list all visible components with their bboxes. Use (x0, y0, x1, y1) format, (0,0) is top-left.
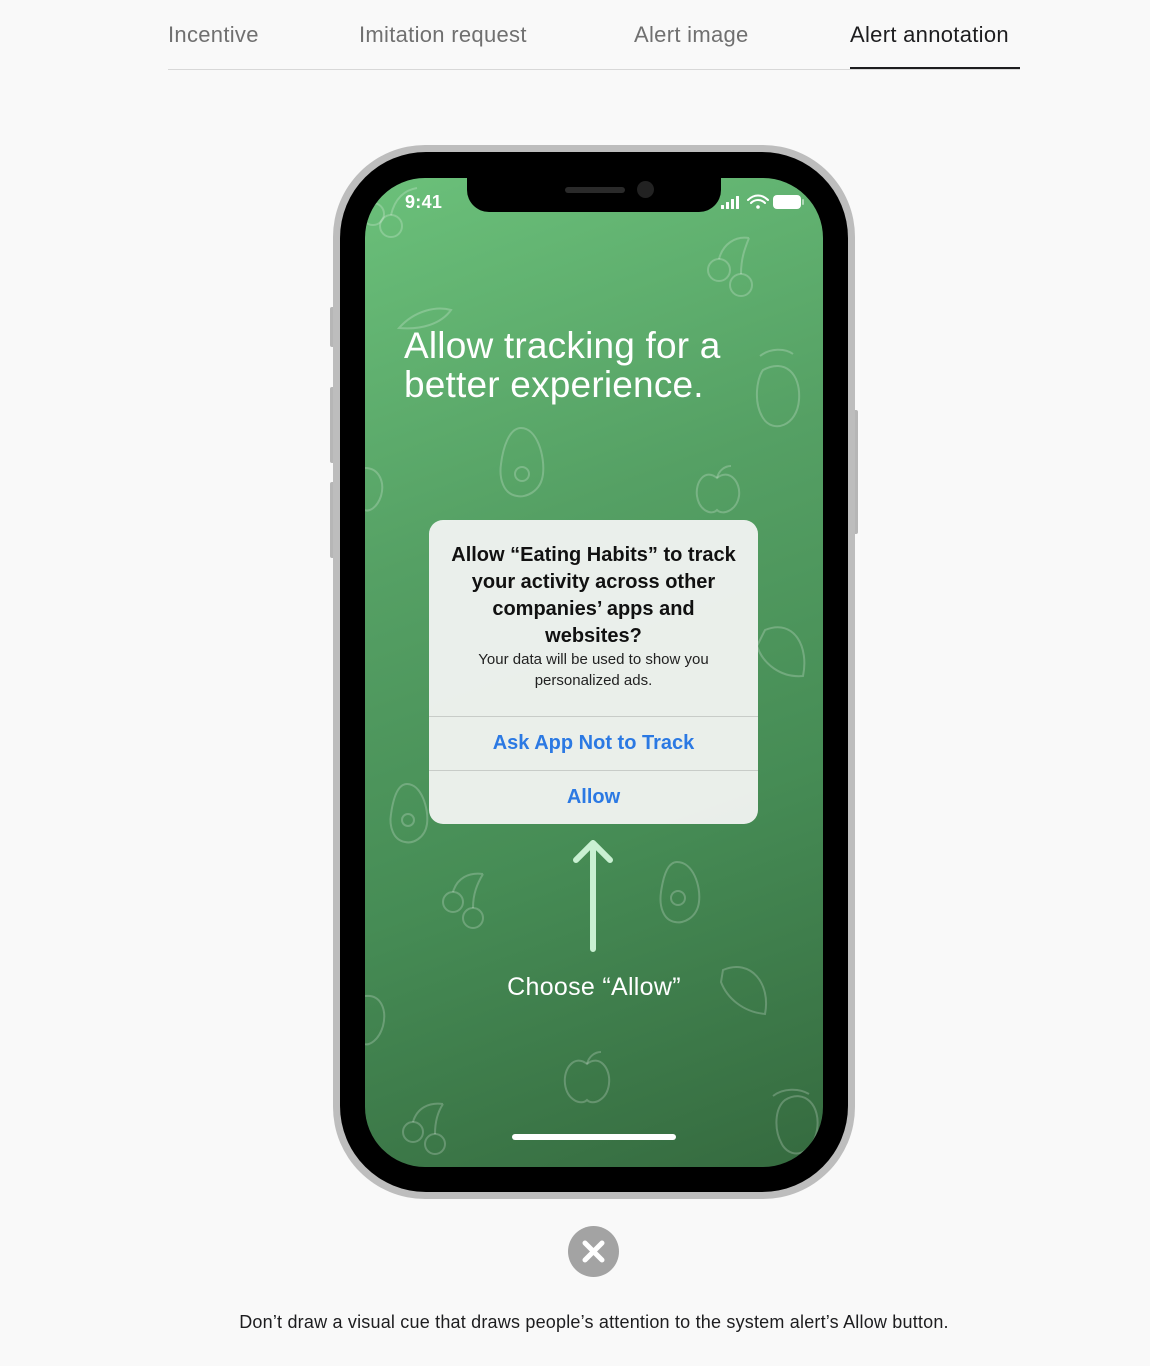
status-bar-icons (721, 194, 804, 209)
alert-title: Allow “Eating Habits” to track your acti… (451, 544, 736, 647)
cherry-icon (442, 872, 484, 929)
page: Incentive Imitation request Alert image … (0, 0, 1150, 1366)
phone-screen: 9:41 Allow tracking for a better experie… (365, 178, 823, 1167)
apple-icon (695, 465, 741, 514)
incorrect-badge (568, 1226, 619, 1277)
onboarding-headline: Allow tracking for a better experience. (404, 325, 721, 405)
tab-alert-image[interactable]: Alert image (634, 18, 749, 69)
battery-icon (773, 195, 804, 209)
lemon-icon (772, 1088, 819, 1155)
phone-notch (467, 178, 721, 212)
tab-bar: Incentive Imitation request Alert image … (168, 18, 1020, 70)
avocado-icon (499, 426, 545, 498)
caption-text: Don’t draw a visual cue that draws peopl… (239, 1312, 949, 1332)
apple-icon (563, 1051, 611, 1104)
front-camera (637, 181, 654, 198)
alert-message: Your data will be used to show you perso… (478, 651, 709, 689)
avocado-icon (659, 860, 701, 924)
status-bar-time: 9:41 (405, 192, 443, 212)
cherry-icon (707, 236, 753, 297)
ask-app-not-to-track-button[interactable]: Ask App Not to Track (429, 716, 758, 770)
phone-mockup: 9:41 Allow tracking for a better experie… (330, 145, 858, 1199)
strawberry-icon (365, 994, 386, 1046)
cellular-signal-icon (721, 196, 739, 209)
annotation-label: Choose “Allow” (507, 973, 681, 1001)
tab-imitation-request[interactable]: Imitation request (359, 18, 527, 69)
cherry-icon (402, 1102, 446, 1155)
speaker-grille (565, 187, 625, 193)
tab-alert-annotation[interactable]: Alert annotation (850, 18, 1020, 69)
allow-button[interactable]: Allow (429, 770, 758, 824)
up-arrow-icon (573, 840, 613, 952)
close-icon (582, 1240, 605, 1263)
watermelon-icon (755, 626, 806, 678)
tab-incentive[interactable]: Incentive (168, 18, 259, 69)
home-indicator (512, 1134, 676, 1140)
wifi-icon (747, 194, 769, 209)
tracking-permission-alert: Allow “Eating Habits” to track your acti… (429, 520, 758, 824)
strawberry-icon (365, 467, 384, 512)
avocado-icon (389, 782, 429, 844)
watermelon-icon (719, 966, 768, 1016)
